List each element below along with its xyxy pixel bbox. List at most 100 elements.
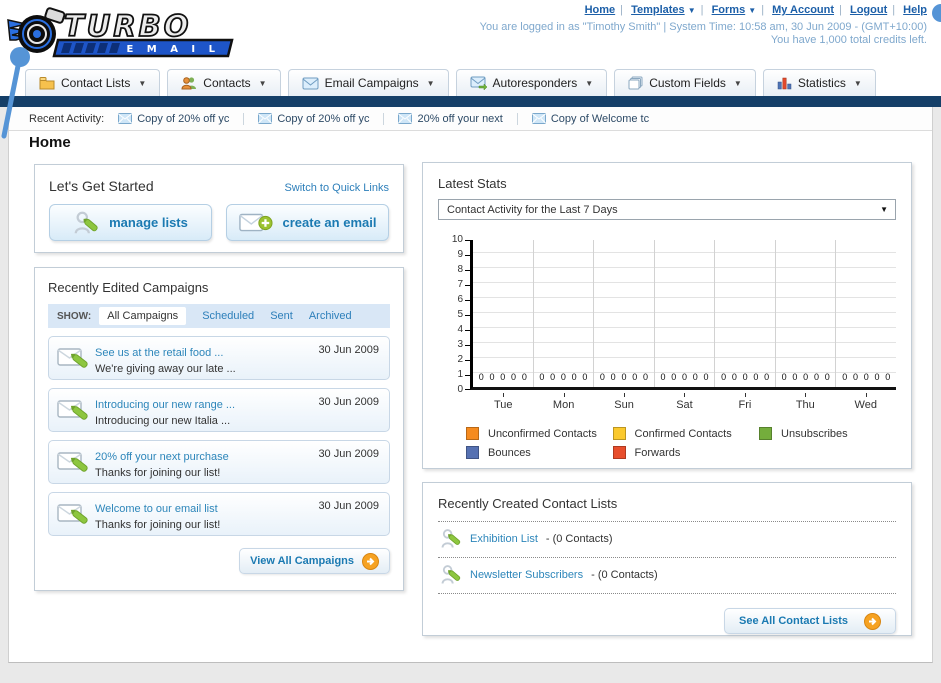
- filter-sent[interactable]: Sent: [270, 310, 293, 322]
- envelope-pencil-icon: [57, 452, 88, 472]
- tab-label: Contacts: [203, 76, 251, 90]
- tab-custom-fields[interactable]: Custom Fields ▼: [614, 69, 756, 96]
- campaign-filter-bar: SHOW: All Campaigns Scheduled Sent Archi…: [48, 304, 390, 328]
- tab-autoresponders[interactable]: Autoresponders ▼: [455, 69, 608, 96]
- contact-list-link[interactable]: Exhibition List: [470, 533, 538, 545]
- link-help[interactable]: Help: [903, 4, 927, 16]
- legend-swatch: [759, 427, 773, 440]
- recent-activity-item[interactable]: Copy of 20% off yc: [258, 113, 369, 125]
- value-label: 0: [753, 372, 759, 382]
- x-tick-label: Wed: [836, 393, 896, 411]
- legend-label: Confirmed Contacts: [634, 427, 732, 440]
- get-started-panel: Let's Get Started Switch to Quick Links …: [34, 164, 404, 253]
- navy-divider-bar: [0, 96, 941, 107]
- campaign-title-link[interactable]: Introducing our new range ...: [95, 399, 235, 411]
- chart-plot-area: 00000000000000000000000000000000000: [470, 240, 896, 390]
- contact-lists-panel: Recently Created Contact Lists Exhibitio…: [422, 482, 912, 636]
- envelope-icon: [258, 113, 273, 124]
- see-all-contact-lists-button[interactable]: See All Contact Lists: [723, 608, 896, 634]
- campaign-title-link[interactable]: See us at the retail food ...: [95, 347, 223, 359]
- value-label: 0: [874, 372, 880, 382]
- link-my-account[interactable]: My Account: [772, 4, 834, 16]
- tab-email-campaigns[interactable]: Email Campaigns ▼: [287, 69, 449, 96]
- folder-icon: [39, 77, 55, 90]
- value-label: 0: [852, 372, 858, 382]
- create-email-button[interactable]: create an email: [226, 204, 389, 241]
- tab-statistics[interactable]: Statistics ▼: [762, 69, 876, 96]
- stats-period-select[interactable]: Contact Activity for the Last 7 Days ▼: [438, 199, 896, 220]
- chevron-down-icon: ▼: [853, 78, 862, 88]
- turbo-email-logo: TURBO E M A I L: [6, 4, 238, 65]
- value-label: 0: [885, 372, 891, 382]
- campaign-row: 20% off your next purchase Thanks for jo…: [48, 440, 390, 484]
- link-templates[interactable]: Templates: [631, 4, 685, 16]
- tab-contact-lists[interactable]: Contact Lists ▼: [25, 69, 161, 96]
- campaign-row: See us at the retail food ... We're givi…: [48, 336, 390, 380]
- value-label: 0: [610, 372, 616, 382]
- filter-all-campaigns[interactable]: All Campaigns: [99, 307, 187, 325]
- campaign-title-link[interactable]: 20% off your next purchase: [95, 451, 229, 463]
- link-forms[interactable]: Forms: [712, 4, 746, 16]
- chevron-down-icon: ▼: [687, 6, 696, 15]
- y-tick-label: 5: [457, 309, 463, 320]
- campaign-title-link[interactable]: Welcome to our email list: [95, 503, 218, 515]
- arrow-right-circle-icon: [362, 552, 379, 570]
- value-label: 0: [571, 372, 577, 382]
- tab-contacts[interactable]: Contacts ▼: [167, 69, 281, 96]
- y-tick-mark: [465, 345, 470, 346]
- value-label: 0: [660, 372, 666, 382]
- recent-activity-item[interactable]: 20% off your next: [398, 113, 503, 125]
- arrow-right-circle-icon: [864, 612, 881, 630]
- login-status-text: You are logged in as "Timothy Smith" | S…: [479, 21, 927, 33]
- x-tick-mark: [805, 393, 807, 397]
- y-tick-mark: [465, 240, 470, 241]
- value-label: 0: [692, 372, 698, 382]
- switch-quick-links-link[interactable]: Switch to Quick Links: [284, 182, 389, 194]
- value-labels: 00000: [776, 372, 836, 387]
- view-all-campaigns-button[interactable]: View All Campaigns: [239, 548, 390, 574]
- envelope-icon: [118, 113, 133, 124]
- filter-archived[interactable]: Archived: [309, 310, 352, 322]
- campaign-date: 30 Jun 2009: [318, 448, 379, 460]
- chart-day-column: 00000: [594, 240, 655, 387]
- link-home[interactable]: Home: [585, 4, 616, 16]
- content-area: Recent Activity: Copy of 20% off yc Copy…: [8, 107, 933, 663]
- contact-list-link[interactable]: Newsletter Subscribers: [470, 569, 583, 581]
- header-links: Home | Templates ▼ | Forms ▼ | My Account | …: [584, 4, 927, 16]
- value-label: 0: [521, 372, 527, 382]
- chart-day-column: 00000: [534, 240, 595, 387]
- value-label: 0: [703, 372, 709, 382]
- value-label: 0: [813, 372, 819, 382]
- value-label: 0: [842, 372, 848, 382]
- y-tick-label: 0: [457, 384, 463, 395]
- legend-swatch: [466, 446, 479, 459]
- value-label: 0: [682, 372, 688, 382]
- recent-activity-item[interactable]: Copy of 20% off yc: [118, 113, 229, 125]
- latest-stats-title: Latest Stats: [438, 176, 507, 191]
- x-tick-label: Sat: [654, 393, 714, 411]
- y-tick-mark: [465, 255, 470, 256]
- y-tick-label: 1: [457, 369, 463, 380]
- value-label: 0: [632, 372, 638, 382]
- recent-activity-item[interactable]: Copy of Welcome tc: [531, 113, 649, 125]
- campaigns-panel: Recently Edited Campaigns SHOW: All Camp…: [34, 267, 404, 591]
- value-label: 0: [489, 372, 495, 382]
- campaigns-title: Recently Edited Campaigns: [48, 280, 209, 295]
- envelope-pencil-icon: [57, 348, 88, 368]
- filter-scheduled[interactable]: Scheduled: [202, 310, 254, 322]
- legend-label: Unsubscribes: [781, 427, 848, 440]
- app-window: TURBO E M A I L Home | Templates ▼ | Forms…: [0, 0, 941, 683]
- envelope-plus-icon: [238, 213, 273, 231]
- value-label: 0: [560, 372, 566, 382]
- link-logout[interactable]: Logout: [850, 4, 887, 16]
- manage-lists-button[interactable]: manage lists: [49, 204, 212, 241]
- value-labels: 00000: [534, 372, 594, 387]
- y-tick-label: 3: [457, 339, 463, 350]
- x-tick-label: Fri: [715, 393, 775, 411]
- main-navigation: Contact Lists ▼ Contacts ▼ Email Campaigns…: [25, 69, 876, 96]
- value-label: 0: [803, 372, 809, 382]
- y-tick-mark: [465, 315, 470, 316]
- logo-subtitle-text: E M A I L: [126, 44, 220, 55]
- contact-list-item: Newsletter Subscribers - (0 Contacts): [438, 558, 896, 594]
- envelope-pencil-icon: [57, 400, 88, 420]
